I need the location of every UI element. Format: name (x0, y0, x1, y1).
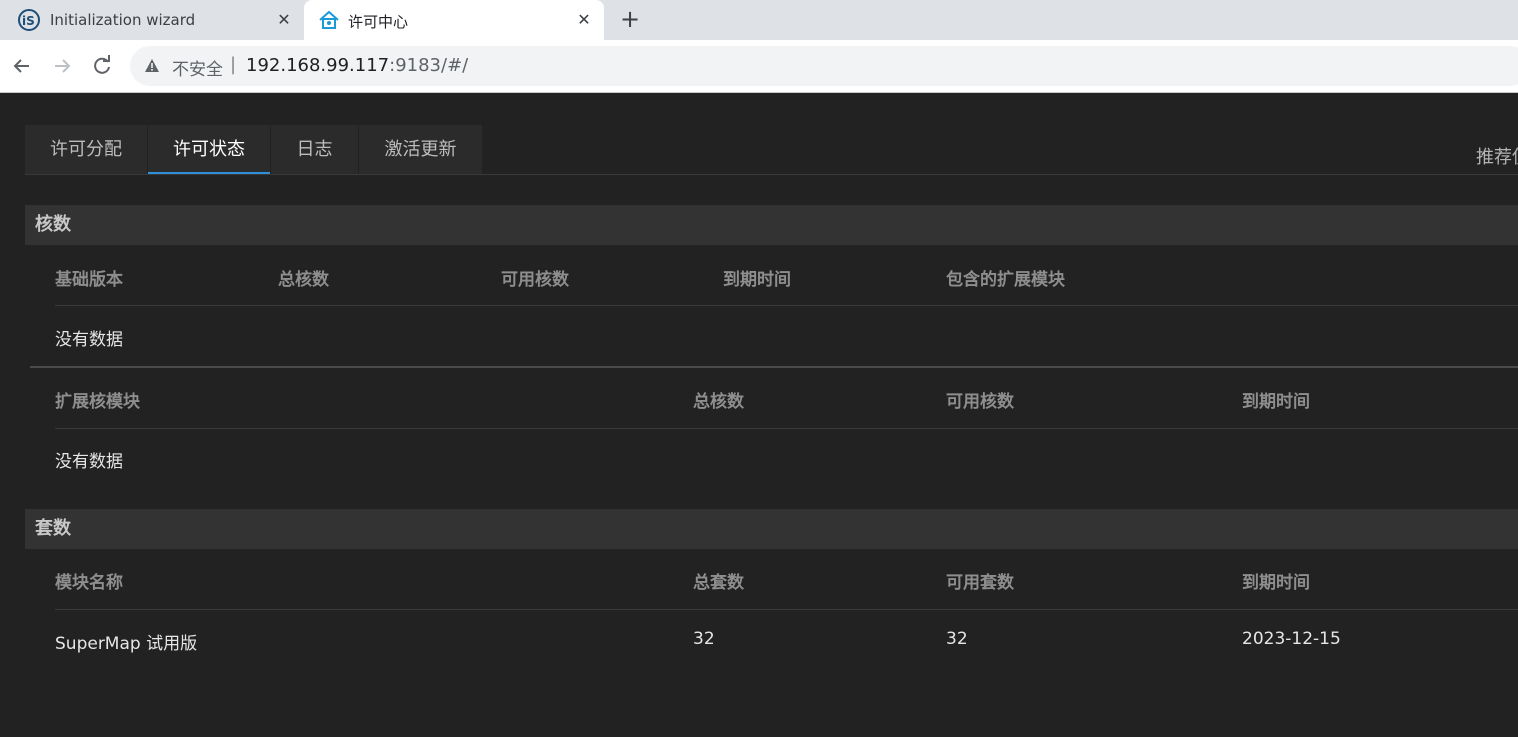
column-header: 到期时间 (1242, 392, 1310, 412)
address-bar[interactable]: 不安全 | 192.168.99.117:9183/#/ (130, 46, 1518, 86)
column-header: 包含的扩展模块 (946, 270, 1065, 290)
column-header: 总核数 (693, 392, 744, 412)
table-divider (55, 305, 1518, 306)
forward-arrow-icon[interactable] (49, 53, 75, 79)
tab-license-allocation[interactable]: 许可分配 (25, 125, 147, 174)
tab-activation-update[interactable]: 激活更新 (359, 125, 482, 174)
total-sets-cell: 32 (693, 629, 715, 649)
url-path: :9183/#/ (389, 55, 469, 76)
expiry-date-cell: 2023-12-15 (1242, 629, 1341, 649)
new-tab-button[interactable]: + (616, 6, 644, 34)
reload-icon[interactable] (89, 53, 115, 79)
column-header: 总核数 (278, 270, 329, 290)
column-header: 总套数 (693, 573, 744, 593)
column-header: 可用套数 (946, 573, 1014, 593)
tab-log[interactable]: 日志 (271, 125, 358, 174)
tab-license-status[interactable]: 许可状态 (148, 125, 270, 174)
empty-state: 没有数据 (55, 330, 123, 350)
browser-tab-initialization-wizard[interactable]: iS Initialization wizard ✕ (0, 0, 304, 40)
section-title-cores: 核数 (25, 205, 1518, 245)
url-text[interactable]: 192.168.99.117:9183/#/ (246, 55, 468, 76)
browser-toolbar: 不安全 | 192.168.99.117:9183/#/ (0, 40, 1518, 93)
column-header: 可用核数 (501, 270, 569, 290)
column-header: 扩展核模块 (55, 392, 140, 412)
browser-tab-license-center[interactable]: 许可中心 ✕ (304, 0, 604, 40)
tab-title: 许可中心 (348, 13, 409, 31)
tab-title: Initialization wizard (50, 11, 196, 29)
column-header: 基础版本 (55, 270, 123, 290)
back-arrow-icon[interactable] (9, 53, 35, 79)
svg-text:iS: iS (22, 14, 35, 28)
close-tab-icon[interactable]: ✕ (272, 8, 296, 32)
module-name-cell: SuperMap 试用版 (55, 634, 198, 654)
close-tab-icon[interactable]: ✕ (572, 8, 596, 32)
omnibox-separator: | (230, 54, 237, 75)
table-divider (55, 609, 1518, 610)
column-header: 可用核数 (946, 392, 1014, 412)
license-center-icon (319, 10, 339, 29)
security-status[interactable]: 不安全 (172, 55, 223, 80)
recommend-link[interactable]: 推荐使 (1476, 143, 1518, 169)
empty-state: 没有数据 (55, 452, 123, 472)
license-center-page: 许可分配 许可状态 日志 激活更新 推荐使 核数 基础版本 总核数 可用核数 到… (0, 93, 1518, 737)
browser-tab-strip: iS Initialization wizard ✕ 许可中心 ✕ + (0, 0, 1518, 40)
column-header: 到期时间 (1242, 573, 1310, 593)
warning-icon[interactable] (144, 58, 160, 74)
column-header: 模块名称 (55, 573, 123, 593)
supermap-logo-icon: iS (18, 9, 40, 31)
available-sets-cell: 32 (946, 629, 968, 649)
main-tabs: 许可分配 许可状态 日志 激活更新 (25, 125, 1518, 175)
section-title-sets: 套数 (25, 509, 1518, 549)
column-header: 到期时间 (723, 270, 791, 290)
table-divider (55, 428, 1518, 429)
table-divider (30, 366, 1518, 368)
url-host: 192.168.99.117 (246, 55, 390, 76)
